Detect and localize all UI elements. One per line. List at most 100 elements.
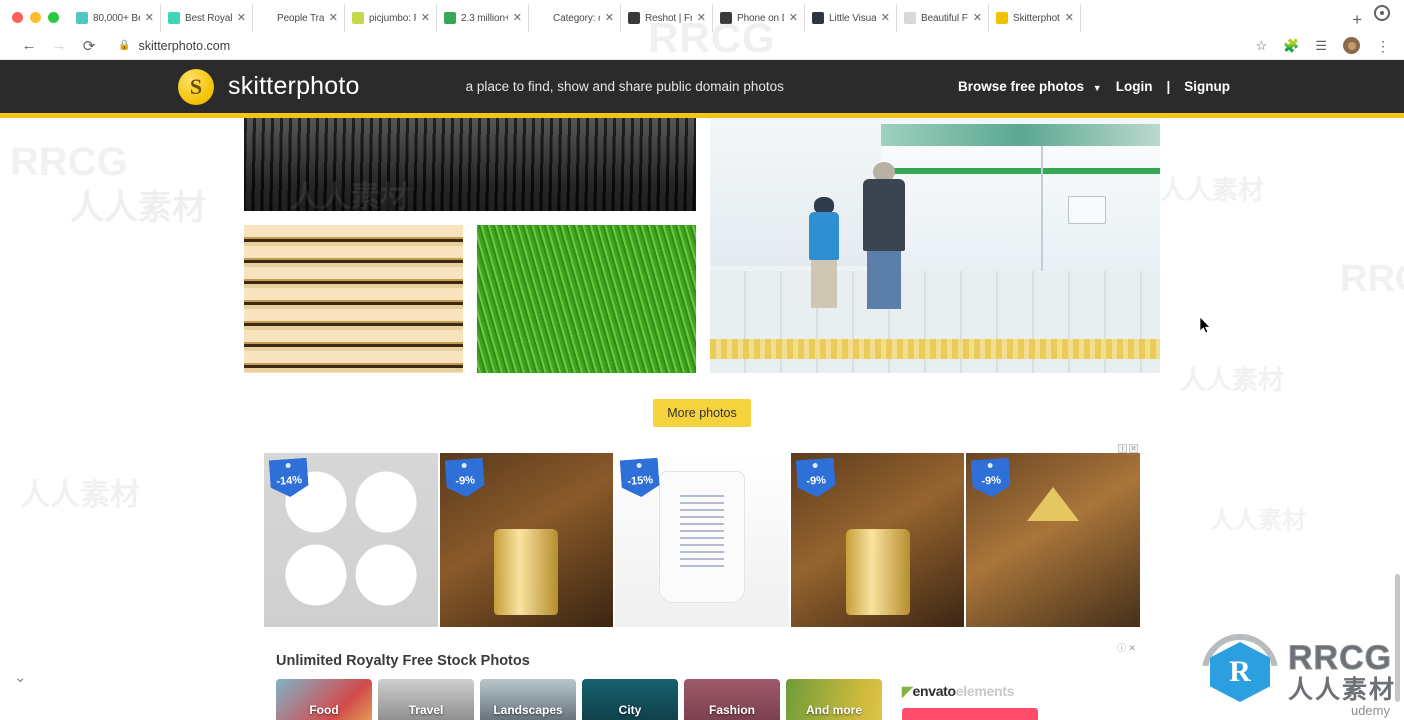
white-patterned-mug-product[interactable]: -15% [615,453,789,627]
bamboo-photo[interactable] [244,225,463,373]
close-window-button[interactable] [12,12,23,23]
skitterphoto-logo-icon: S [178,68,214,105]
tab-close-icon[interactable]: ✕ [881,12,890,24]
more-photos-button[interactable]: More photos [653,399,751,427]
envato-leaf-icon: ◤ [902,683,913,699]
browser-tab-8[interactable]: Little Visuals ✕ [805,4,897,32]
browser-tab-5[interactable]: Category: obje ✕ [529,4,621,32]
minimize-window-button[interactable] [30,12,41,23]
tab-title: 2.3 million+ Stu [461,12,508,24]
tab-favicon-icon [720,12,732,24]
product-image [845,529,910,615]
avatar-icon[interactable] [1343,37,1360,54]
browser-tab-1[interactable]: Best Royalty Fr ✕ [161,4,253,32]
site-nav: Browse free photos ▼ Login | Signup [958,79,1404,94]
browser-tab-9[interactable]: Beautiful Free I ✕ [897,4,989,32]
rrcg-watermark-logo: R RRCG 人人素材 [1201,634,1396,710]
discount-badge: -9% [796,458,837,499]
envato-category-city[interactable]: City [582,679,678,720]
envato-ad-title: Unlimited Royalty Free Stock Photos [276,653,530,669]
envato-category-label: Fashion [708,703,755,717]
ceramic-plates-product[interactable]: -14% [264,453,438,627]
maximize-window-button[interactable] [48,12,59,23]
envato-category-landscapes[interactable]: Landscapes [480,679,576,720]
envato-category-food[interactable]: Food [276,679,372,720]
browser-tab-7[interactable]: Phone on Desk ✕ [713,4,805,32]
tab-title: Beautiful Free I [921,12,968,24]
tab-close-icon[interactable]: ✕ [237,12,246,24]
reload-button[interactable]: ⟳ [74,34,104,58]
tab-close-icon[interactable]: ✕ [513,12,522,24]
envato-category-label: And more [805,703,862,717]
back-button[interactable]: ← [14,34,44,58]
adchoices-controls[interactable]: i ✕ [1118,444,1138,453]
browser-tab-10[interactable]: Skitterphoto - ✕ [989,4,1081,32]
envato-category-fashion[interactable]: Fashion [684,679,780,720]
url-input[interactable]: 🔒 skitterphoto.com [118,39,1256,53]
browser-tab-6[interactable]: Reshot | Free Ic ✕ [621,4,713,32]
tab-title: Skitterphoto - [1013,12,1060,24]
tab-close-icon[interactable]: ✕ [1065,12,1074,24]
browser-tab-0[interactable]: 80,000+ Best F ✕ [69,4,161,32]
tab-title: Best Royalty Fr [185,12,232,24]
site-brand[interactable]: S skitterphoto [178,68,360,105]
reading-list-icon[interactable]: ☰ [1315,38,1327,54]
ad-close-icon[interactable]: ✕ [1129,444,1138,453]
extensions-icon[interactable]: 🧩 [1283,38,1299,54]
tab-favicon-icon [168,12,180,24]
envato-ad-banner[interactable]: ⓘ ✕ Unlimited Royalty Free Stock Photos … [264,639,1140,720]
grass-photo[interactable] [477,225,696,373]
page-content: More photos -14% -9% -15% -9% -9% i ✕ ⓘ ✕ Unl… [0,118,1404,720]
gold-candle-holder-product-2[interactable]: -9% [790,453,965,627]
envato-category-and-more[interactable]: And more [786,679,882,720]
envato-brand-prefix: envato [912,683,956,699]
envato-logo: ◤envatoelements [902,683,1038,700]
toolbar-icons: ☆ 🧩 ☰ ⋮ [1256,37,1390,54]
new-tab-button[interactable]: + [1340,11,1374,32]
adchoices-info-icon[interactable]: i [1118,444,1127,453]
tab-close-icon[interactable]: ✕ [421,12,430,24]
envato-category-label: Travel [408,703,444,717]
gold-candle-holder-product[interactable]: -9% [439,453,614,627]
tab-title: Little Visuals [829,12,876,24]
tab-close-icon[interactable]: ✕ [605,12,614,24]
product-image [658,471,745,603]
forward-button[interactable]: → [44,34,74,58]
window-controls[interactable] [8,12,69,32]
envato-category-label: City [618,703,642,717]
browser-tab-4[interactable]: 2.3 million+ Stu ✕ [437,4,529,32]
gold-lotus-candle-product[interactable]: -9% [966,453,1140,627]
discount-badge: -9% [971,458,1012,499]
discount-badge: -9% [444,458,485,499]
tab-title: Phone on Desk [737,12,784,24]
envato-adchoices[interactable]: ⓘ ✕ [1117,641,1136,654]
start-now-button[interactable]: Start now [902,708,1038,720]
page-scrollbar[interactable] [1392,62,1402,716]
envato-category-travel[interactable]: Travel [378,679,474,720]
tab-favicon-icon [260,12,272,24]
dark-forest-photo[interactable] [244,118,696,211]
lock-icon: 🔒 [118,40,131,51]
tab-close-icon[interactable]: ✕ [789,12,798,24]
train-station-photo[interactable] [710,118,1160,373]
rrcg-logo-mark-icon: R [1201,634,1278,710]
tab-close-icon[interactable]: ✕ [697,12,706,24]
menu-icon[interactable]: ⋮ [1376,39,1390,53]
browser-tab-2[interactable]: People Travel F ✕ [253,4,345,32]
tab-close-icon[interactable]: ✕ [973,12,982,24]
profile-menu-icon[interactable] [1374,5,1404,32]
tab-strip: 80,000+ Best F✕Best Royalty Fr✕People Tr… [0,0,1404,32]
login-link[interactable]: Login [1116,79,1153,94]
brand-name: skitterphoto [228,72,360,100]
page-viewport: S skitterphoto a place to find, show and… [0,60,1404,720]
scroll-down-chevron-icon[interactable]: ⌄ [14,668,27,686]
rrcg-logo-text: RRCG [1287,639,1393,678]
tab-close-icon[interactable]: ✕ [329,12,338,24]
star-icon[interactable]: ☆ [1256,38,1268,54]
browser-tab-3[interactable]: picjumbo: Free ✕ [345,4,437,32]
signup-link[interactable]: Signup [1184,79,1230,94]
tabs-container: 80,000+ Best F✕Best Royalty Fr✕People Tr… [69,0,1340,32]
tab-title: 80,000+ Best F [93,12,140,24]
tab-close-icon[interactable]: ✕ [145,12,154,24]
browse-free-photos-menu[interactable]: Browse free photos ▼ [958,79,1102,94]
